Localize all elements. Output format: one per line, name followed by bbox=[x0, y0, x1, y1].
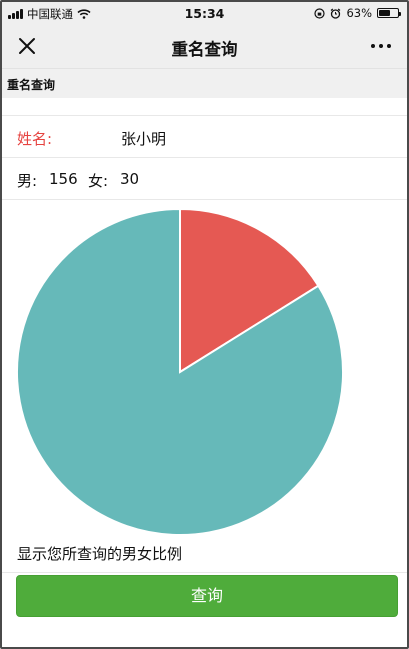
nav-bar: 重名查询 bbox=[2, 24, 407, 68]
battery-level bbox=[379, 10, 391, 16]
female-count: 30 bbox=[120, 170, 140, 188]
count-row: 男: 156 女: 30 bbox=[2, 158, 407, 200]
status-bar: 中国联通 15:34 63% bbox=[2, 2, 407, 24]
query-button[interactable]: 查询 bbox=[16, 575, 398, 617]
alarm-icon bbox=[331, 8, 341, 19]
battery-icon bbox=[377, 8, 401, 18]
phone-frame: 中国联通 15:34 63% 重名查询 重名查询 姓名: 张小明 男: 156 … bbox=[0, 0, 409, 649]
name-value[interactable]: 张小明 bbox=[121, 128, 166, 149]
top-spacer bbox=[2, 98, 407, 116]
name-label: 姓名: bbox=[17, 130, 53, 148]
page-header: 重名查询 bbox=[2, 68, 407, 98]
nav-title: 重名查询 bbox=[171, 40, 238, 59]
male-label: 男: bbox=[17, 172, 38, 190]
status-right: 63% bbox=[314, 6, 401, 20]
battery-percent: 63% bbox=[346, 6, 372, 20]
female-label: 女: bbox=[88, 172, 109, 190]
rotation-lock-icon bbox=[314, 7, 326, 19]
gender-pie-chart bbox=[16, 207, 344, 536]
content: 姓名: 张小明 男: 156 女: 30 bbox=[2, 98, 407, 200]
male-count: 156 bbox=[49, 170, 78, 188]
more-icon[interactable] bbox=[371, 44, 391, 48]
name-row[interactable]: 姓名: 张小明 bbox=[2, 116, 407, 158]
chart-caption: 显示您所查询的男女比例 bbox=[17, 545, 183, 563]
button-area: 查询 bbox=[2, 572, 407, 617]
